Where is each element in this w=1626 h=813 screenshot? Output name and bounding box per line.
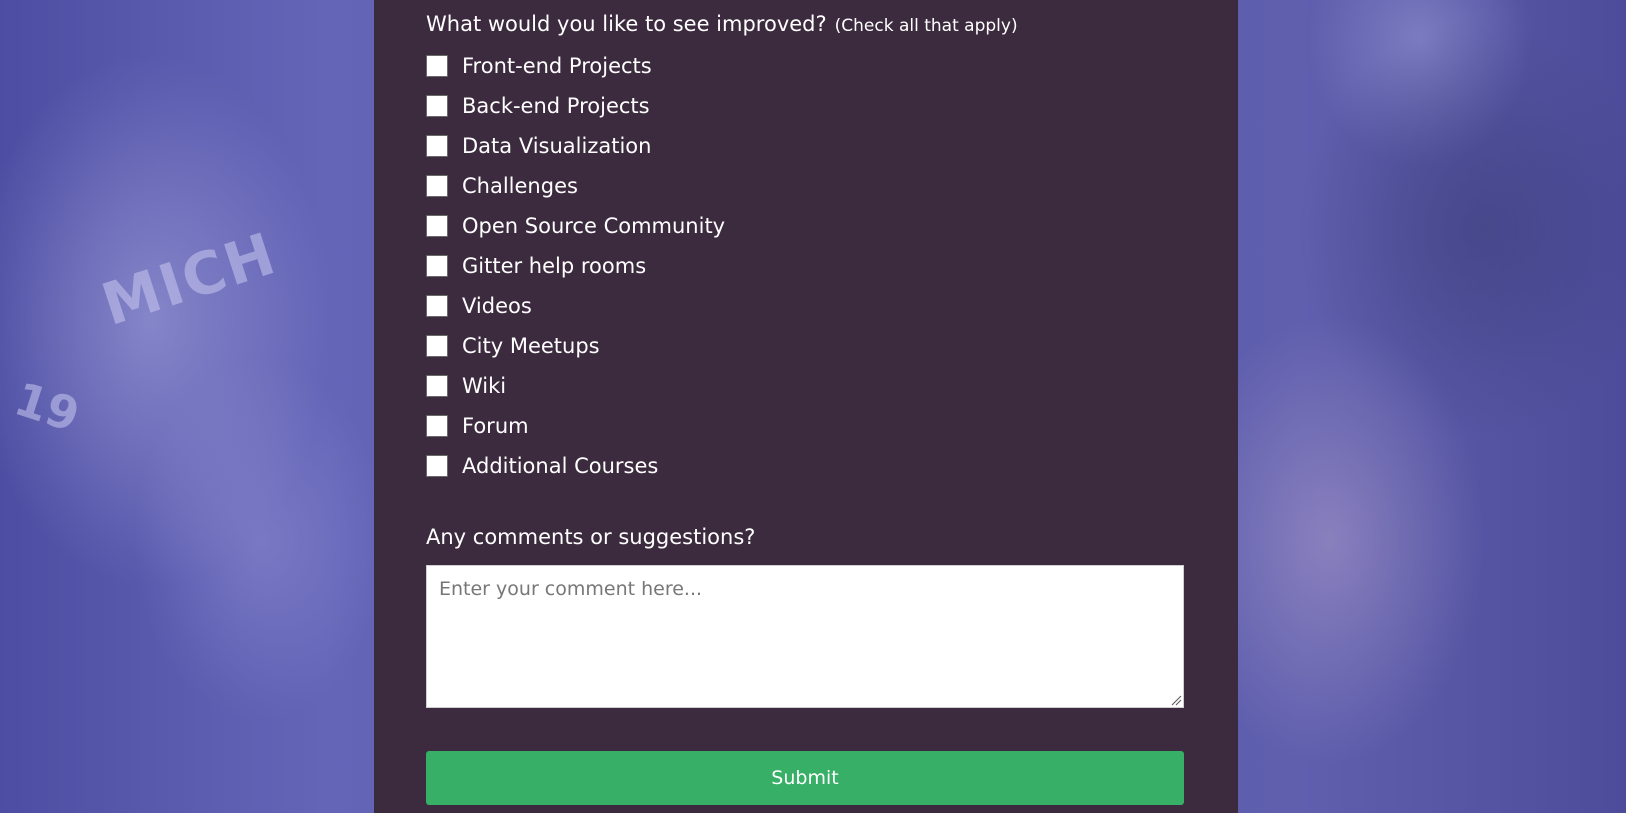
- background-jersey-number: 19: [8, 371, 86, 443]
- checkbox-label[interactable]: Wiki: [462, 374, 506, 398]
- checkbox-label[interactable]: Open Source Community: [462, 214, 725, 238]
- improvements-checkbox-list: Front-end Projects Back-end Projects Dat…: [426, 46, 725, 486]
- checkbox-label[interactable]: City Meetups: [462, 334, 600, 358]
- checkbox[interactable]: [426, 255, 448, 277]
- resize-grip-icon[interactable]: [1170, 694, 1182, 706]
- improvements-question-text: What would you like to see improved?: [426, 12, 827, 36]
- background-jersey-lettering: MICH: [93, 219, 285, 339]
- checkbox[interactable]: [426, 335, 448, 357]
- checkbox-label[interactable]: Challenges: [462, 174, 578, 198]
- checkbox-option-challenges[interactable]: Challenges: [426, 166, 725, 206]
- comments-label: Any comments or suggestions?: [426, 525, 756, 549]
- checkbox[interactable]: [426, 375, 448, 397]
- checkbox[interactable]: [426, 415, 448, 437]
- checkbox[interactable]: [426, 455, 448, 477]
- checkbox-label[interactable]: Videos: [462, 294, 532, 318]
- checkbox[interactable]: [426, 295, 448, 317]
- checkbox-option-front-end-projects[interactable]: Front-end Projects: [426, 46, 725, 86]
- checkbox-label[interactable]: Back-end Projects: [462, 94, 650, 118]
- checkbox[interactable]: [426, 95, 448, 117]
- checkbox-label[interactable]: Gitter help rooms: [462, 254, 646, 278]
- checkbox-option-gitter-help-rooms[interactable]: Gitter help rooms: [426, 246, 725, 286]
- checkbox[interactable]: [426, 215, 448, 237]
- checkbox-option-wiki[interactable]: Wiki: [426, 366, 725, 406]
- checkbox-option-videos[interactable]: Videos: [426, 286, 725, 326]
- improvements-question: What would you like to see improved? (Che…: [426, 10, 1018, 40]
- checkbox-label[interactable]: Additional Courses: [462, 454, 658, 478]
- submit-button[interactable]: Submit: [426, 751, 1184, 805]
- checkbox-option-open-source-community[interactable]: Open Source Community: [426, 206, 725, 246]
- checkbox[interactable]: [426, 55, 448, 77]
- checkbox-option-city-meetups[interactable]: City Meetups: [426, 326, 725, 366]
- checkbox-option-back-end-projects[interactable]: Back-end Projects: [426, 86, 725, 126]
- checkbox-label[interactable]: Front-end Projects: [462, 54, 652, 78]
- checkbox-label[interactable]: Data Visualization: [462, 134, 651, 158]
- checkbox-option-data-visualization[interactable]: Data Visualization: [426, 126, 725, 166]
- checkbox[interactable]: [426, 175, 448, 197]
- checkbox-label[interactable]: Forum: [462, 414, 529, 438]
- comments-textarea[interactable]: [426, 565, 1184, 708]
- checkbox[interactable]: [426, 135, 448, 157]
- checkbox-option-forum[interactable]: Forum: [426, 406, 725, 446]
- improvements-hint: (Check all that apply): [834, 16, 1018, 36]
- checkbox-option-additional-courses[interactable]: Additional Courses: [426, 446, 725, 486]
